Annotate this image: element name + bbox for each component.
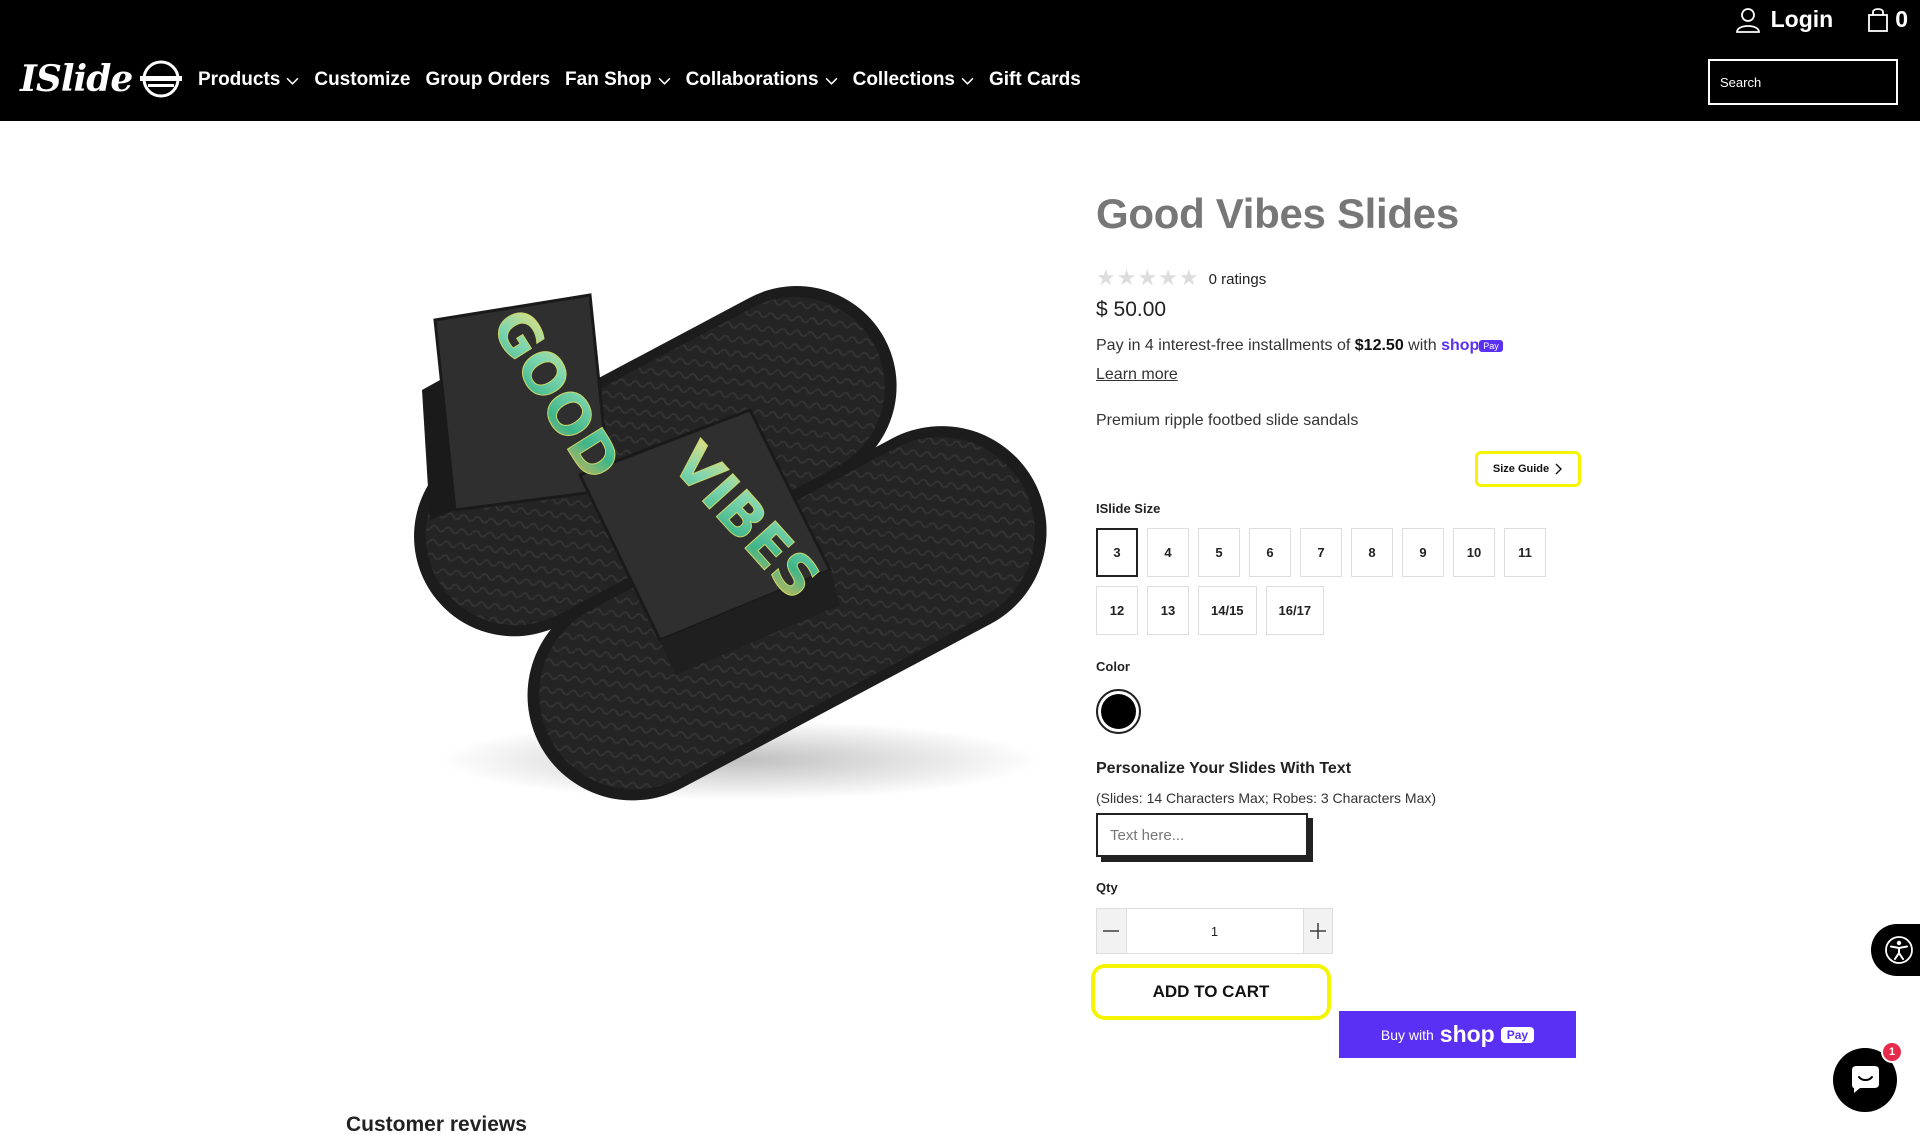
buy-with-shop-pay-button[interactable]: Buy with shop Pay (1339, 1011, 1576, 1058)
nav-label: Customize (314, 69, 411, 90)
product-image[interactable]: GOOD VIBES (360, 270, 1050, 810)
search-input[interactable] (1720, 74, 1896, 90)
size-option[interactable]: 3 (1096, 528, 1138, 577)
color-label: Color (1096, 659, 1130, 674)
star-icon: ★ (1178, 266, 1199, 291)
nav-group-orders[interactable]: Group Orders (425, 69, 550, 91)
logo-mark-icon (140, 60, 183, 98)
installments-prefix: Pay in 4 interest-free installments of (1096, 337, 1355, 354)
qty-increment-button[interactable] (1303, 909, 1332, 953)
color-swatch-black[interactable] (1096, 689, 1141, 734)
nav-label: Products (198, 69, 281, 90)
chevron-down-icon (658, 77, 671, 85)
chevron-down-icon (961, 77, 974, 85)
installments-amount: $12.50 (1354, 337, 1404, 354)
main-nav: Products Customize Group Orders Fan Shop… (198, 69, 1096, 91)
nav-label: Group Orders (425, 69, 551, 90)
customer-reviews-heading: Customer reviews (346, 1113, 527, 1134)
size-option[interactable]: 11 (1504, 528, 1546, 577)
user-icon (1735, 7, 1760, 33)
product-description: Premium ripple footbed slide sandals (1096, 412, 1359, 429)
size-option[interactable]: 12 (1096, 586, 1138, 635)
size-label: ISlide Size (1096, 501, 1161, 516)
shop-pay-logo: shop (1441, 337, 1480, 354)
swatch-fill (1101, 694, 1136, 729)
nav-label: Fan Shop (565, 69, 652, 90)
accessibility-icon (1885, 936, 1913, 964)
installments-suffix: with (1403, 337, 1442, 354)
size-option[interactable]: 13 (1147, 586, 1189, 635)
search-box (1708, 59, 1898, 105)
star-icon: ★ (1116, 266, 1137, 291)
size-option[interactable]: 7 (1300, 528, 1342, 577)
shop-pay-badge: Pay (1479, 339, 1503, 352)
size-options: 3 4 5 6 7 8 9 10 11 12 13 14/15 16/17 (1096, 528, 1576, 635)
product-rating[interactable]: ★ ★ ★ ★ ★ 0 ratings (1096, 268, 1266, 290)
size-option[interactable]: 10 (1453, 528, 1495, 577)
personalize-field-wrap (1096, 813, 1314, 861)
add-to-cart-button[interactable]: ADD TO CART (1091, 964, 1331, 1020)
personalize-text-input[interactable] (1096, 813, 1308, 857)
plus-icon (1309, 923, 1326, 939)
size-option[interactable]: 5 (1198, 528, 1240, 577)
product-info: Good Vibes Slides ★ ★ ★ ★ ★ 0 ratings $ … (1091, 190, 1596, 1058)
login-label: Login (1770, 6, 1834, 32)
product-price: $ 50.00 (1096, 298, 1167, 321)
quantity-stepper (1096, 908, 1333, 954)
personalize-title: Personalize Your Slides With Text (1096, 760, 1352, 777)
site-header: ISlide Products Customize Group Orders F… (0, 0, 1920, 121)
chat-notification-badge: 1 (1881, 1041, 1903, 1063)
product-title: Good Vibes Slides (1096, 190, 1459, 237)
shop-pay-logo: shop (1439, 1021, 1495, 1047)
nav-gift-cards[interactable]: Gift Cards (989, 69, 1081, 91)
shop-pay-badge: Pay (1500, 1026, 1535, 1043)
size-guide-button[interactable]: Size Guide (1475, 451, 1581, 487)
star-icon: ★ (1158, 266, 1178, 291)
logo-text: ISlide (20, 58, 133, 100)
minus-icon (1103, 930, 1120, 932)
header-actions: Login 0 (1735, 6, 1908, 33)
nav-fan-shop[interactable]: Fan Shop (565, 69, 671, 91)
cart-link[interactable]: 0 (1867, 6, 1908, 33)
cart-count: 0 (1895, 6, 1908, 32)
size-option[interactable]: 9 (1402, 528, 1444, 577)
personalize-hint: (Slides: 14 Characters Max; Robes: 3 Cha… (1096, 790, 1437, 806)
shop-pay-prefix: Buy with (1380, 1026, 1434, 1043)
star-icon: ★ (1137, 266, 1158, 291)
rating-count: 0 ratings (1208, 270, 1267, 288)
star-rating-icon: ★ ★ ★ ★ ★ (1096, 268, 1199, 290)
login-link[interactable]: Login (1735, 6, 1834, 33)
chevron-down-icon (825, 77, 838, 85)
installments-text: Pay in 4 interest-free installments of $… (1096, 337, 1503, 355)
shopping-bag-icon (1868, 7, 1889, 32)
nav-collaborations[interactable]: Collaborations (686, 69, 838, 91)
size-option[interactable]: 16/17 (1265, 586, 1325, 635)
size-option[interactable]: 4 (1147, 528, 1189, 577)
chat-icon (1852, 1066, 1879, 1093)
nav-collections[interactable]: Collections (853, 69, 974, 91)
site-logo[interactable]: ISlide (20, 58, 183, 100)
nav-customize[interactable]: Customize (314, 69, 410, 91)
nav-label: Collaborations (685, 69, 819, 90)
star-icon: ★ (1096, 266, 1116, 291)
chevron-right-icon (1555, 463, 1563, 475)
size-option[interactable]: 8 (1351, 528, 1393, 577)
nav-products[interactable]: Products (198, 69, 299, 91)
qty-decrement-button[interactable] (1097, 909, 1126, 953)
nav-label: Gift Cards (989, 69, 1081, 90)
chevron-down-icon (286, 77, 299, 85)
qty-label: Qty (1096, 880, 1118, 895)
qty-input[interactable] (1125, 909, 1304, 953)
accessibility-button[interactable] (1871, 924, 1920, 976)
nav-label: Collections (852, 69, 955, 90)
size-guide-label: Size Guide (1492, 463, 1550, 475)
size-option[interactable]: 6 (1249, 528, 1291, 577)
learn-more-link[interactable]: Learn more (1096, 366, 1178, 384)
size-option[interactable]: 14/15 (1198, 586, 1257, 635)
